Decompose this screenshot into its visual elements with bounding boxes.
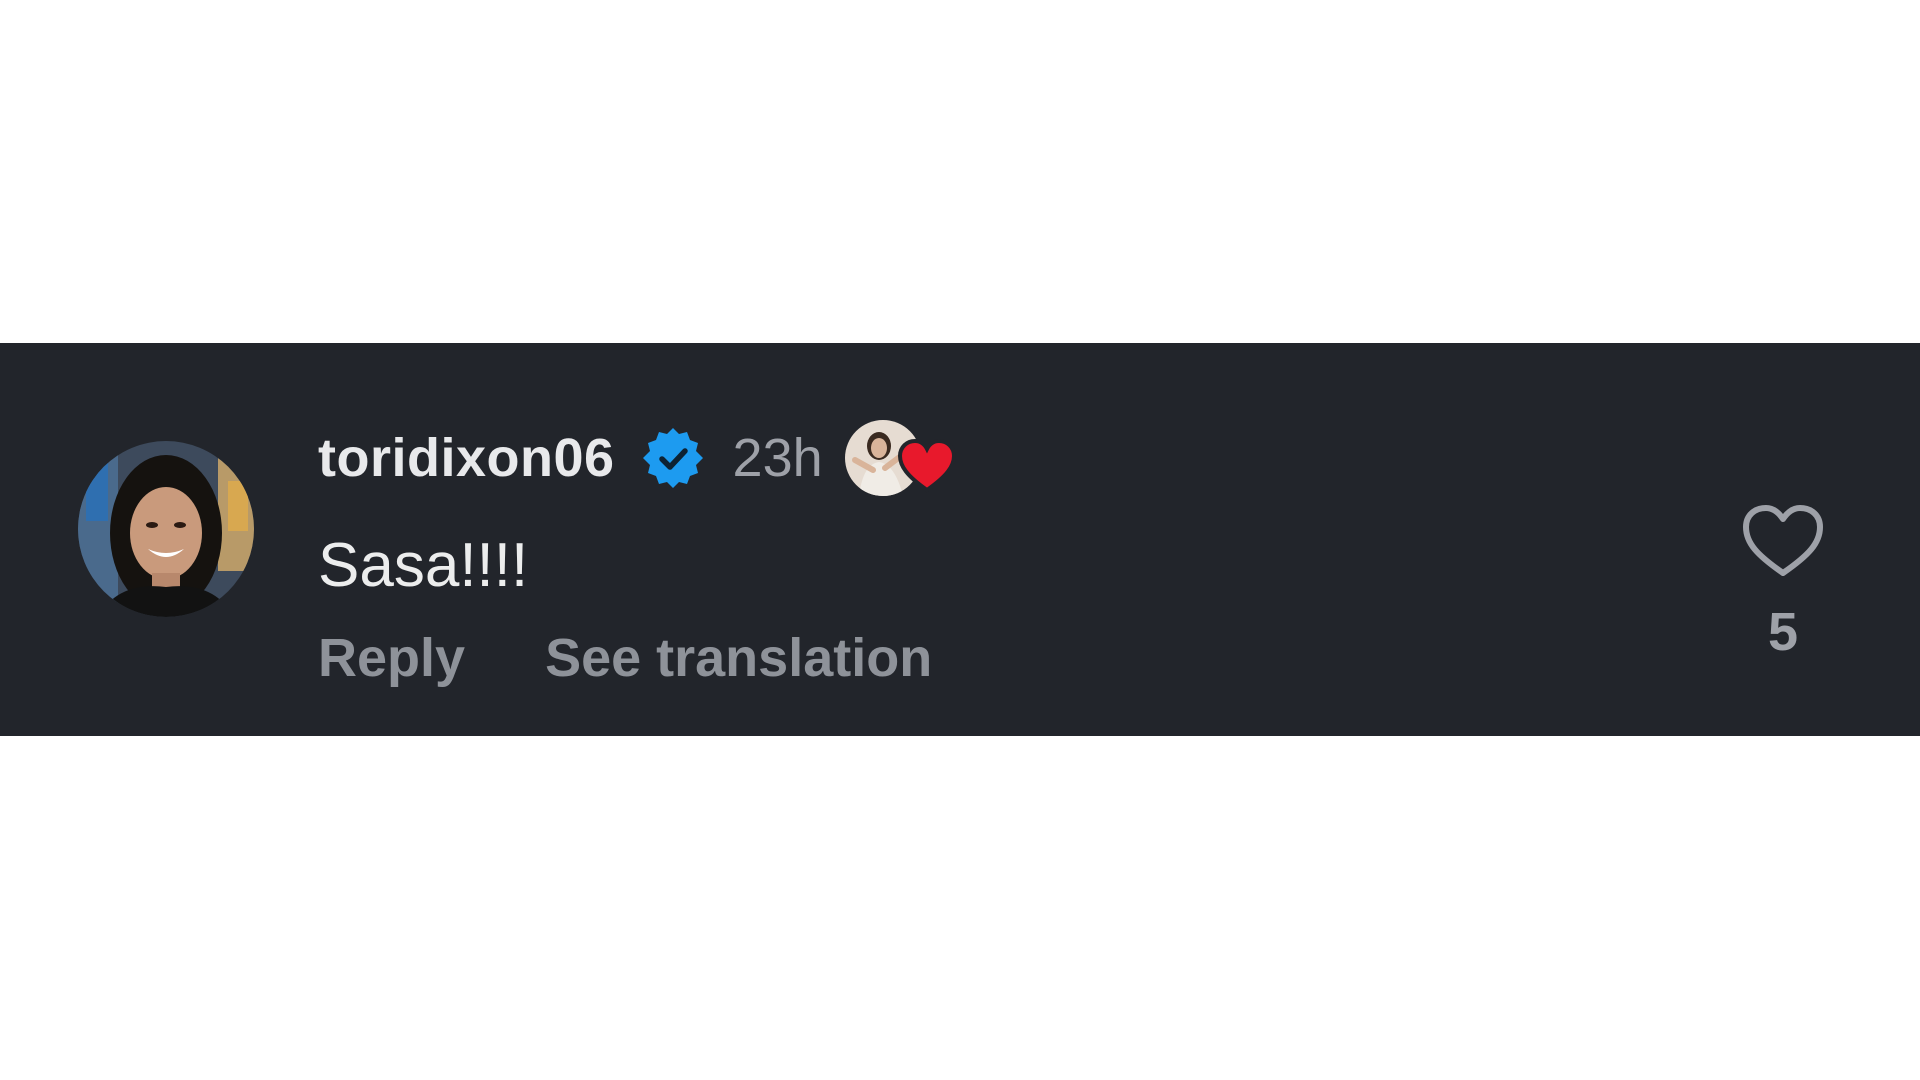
comment-actions: Reply See translation [318,627,932,689]
verified-badge-icon [641,426,705,490]
comment-timestamp: 23h [732,428,823,488]
like-count: 5 [1767,602,1799,662]
commenter-username[interactable]: toridixon06 [318,427,615,489]
commenter-avatar[interactable] [78,441,254,617]
reply-button[interactable]: Reply [318,627,465,689]
comment-text: Sasa!!!! [318,531,529,600]
heart-filled-icon [897,438,957,494]
commenter-avatar-image [78,441,254,617]
see-translation-button[interactable]: See translation [545,627,932,689]
comment-item: toridixon06 23h Sasa!!!! Reply See trans… [0,343,1920,736]
comment-header: toridixon06 23h [318,418,965,498]
creator-liked-indicator [844,418,965,498]
like-area: 5 [1728,503,1838,663]
heart-outline-icon[interactable] [1741,503,1825,579]
